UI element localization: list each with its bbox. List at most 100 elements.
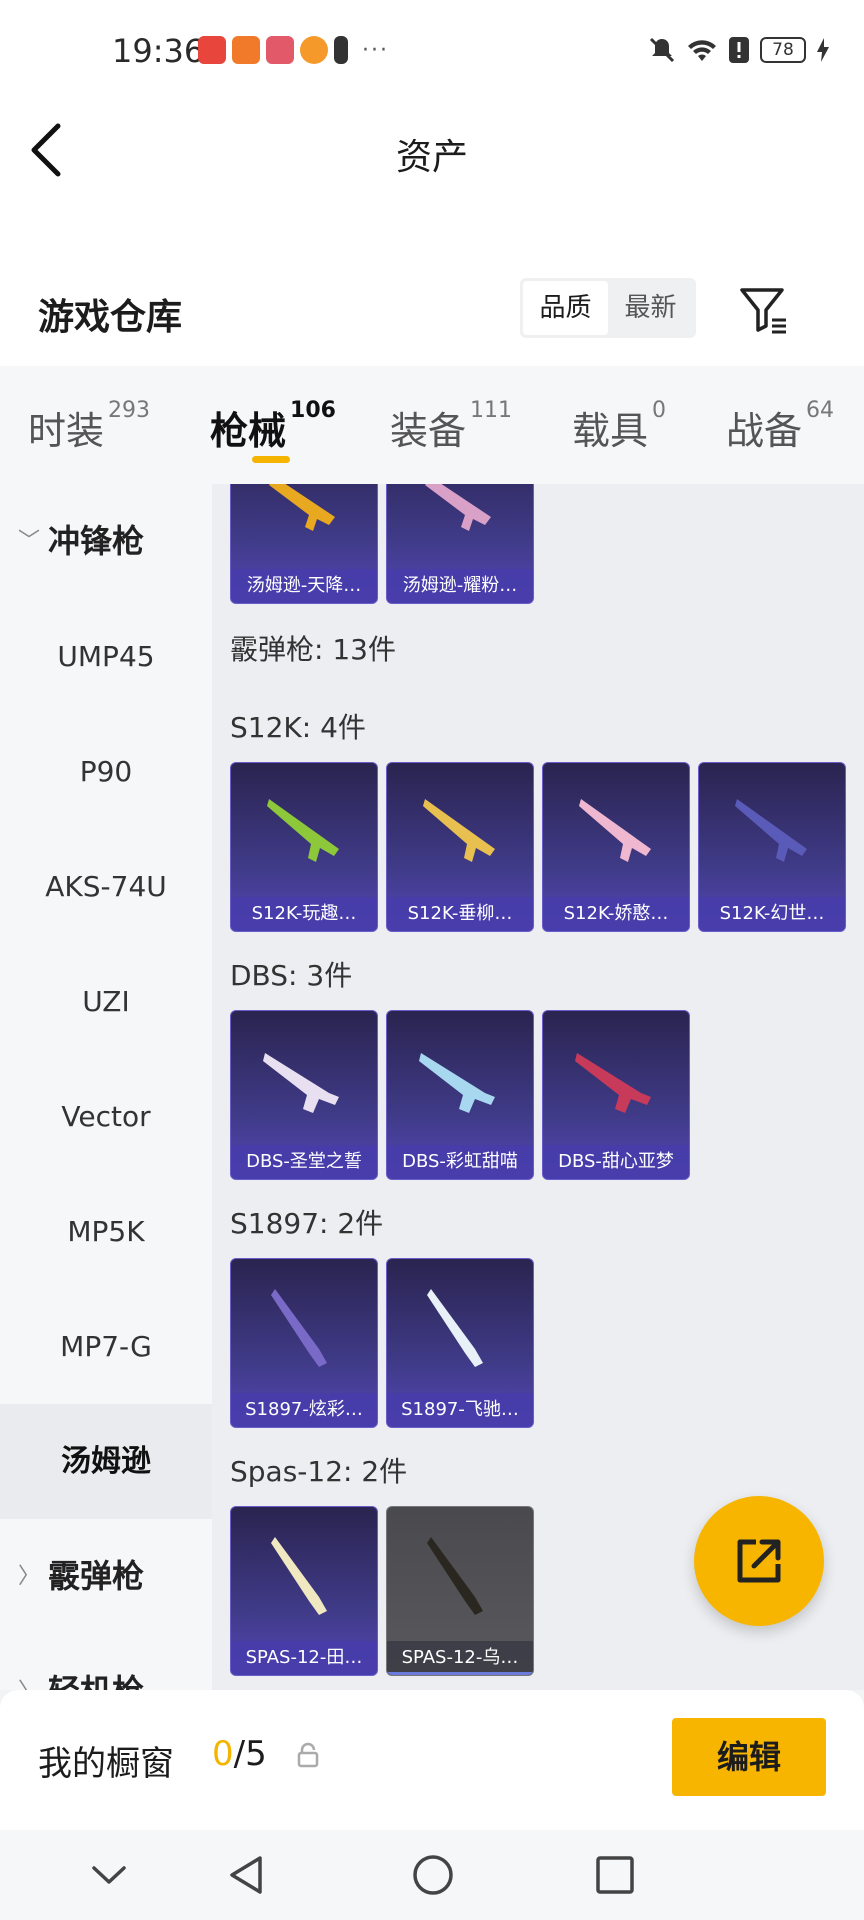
battery-icon: 78 <box>760 37 806 63</box>
lock-icon <box>297 1742 319 1768</box>
tab-label: 时装 <box>28 409 105 453</box>
weapon-name: DBS-甜心亚梦 <box>543 1145 689 1179</box>
sort-toggle: 品质 最新 <box>520 278 696 338</box>
weapon-card[interactable]: 汤姆逊-耀粉… <box>386 484 534 604</box>
tab-equipment[interactable]: 装备 111 <box>390 398 513 455</box>
sidebar-item-vector[interactable]: Vector <box>0 1059 212 1174</box>
tab-count: 111 <box>470 398 513 423</box>
weapon-name: DBS-圣堂之誓 <box>231 1145 377 1179</box>
weapon-name: S12K-垂柳… <box>387 897 533 931</box>
gun-icon <box>267 799 339 862</box>
filter-icon <box>740 288 786 334</box>
weapon-card[interactable]: S1897-炫彩… <box>230 1258 378 1428</box>
tab-count: 293 <box>108 398 151 423</box>
tab-fashion[interactable]: 时装 293 <box>28 398 151 455</box>
nav-recents-icon[interactable] <box>590 1850 640 1900</box>
sidebar-item-mp5k[interactable]: MP5K <box>0 1174 212 1289</box>
warehouse-title: 游戏仓库 <box>38 297 183 338</box>
sidebar-group-shotgun[interactable]: 〉霰弹枪 <box>0 1519 212 1634</box>
tab-vehicles[interactable]: 载具 0 <box>572 398 667 455</box>
sidebar-group-label: 霰弹枪 <box>48 1557 145 1595</box>
sidebar-item-aks74u[interactable]: AKS-74U <box>0 829 212 944</box>
sidebar-group-lmg[interactable]: 〉轻机枪 <box>0 1634 212 1690</box>
chevron-down-icon: ﹀ <box>18 529 41 554</box>
section-title: S1897: 2件 <box>230 1207 384 1240</box>
tab-supplies[interactable]: 战备 64 <box>726 398 835 455</box>
weapon-card[interactable]: S12K-幻世… <box>698 762 846 932</box>
gun-icon <box>269 484 335 531</box>
sidebar-group-label: 冲锋枪 <box>48 522 145 560</box>
chevron-down-icon[interactable] <box>84 1850 134 1900</box>
sidebar-item-uzi[interactable]: UZI <box>0 944 212 1059</box>
weapon-card[interactable]: S12K-玩趣… <box>230 762 378 932</box>
weapon-card[interactable]: S12K-娇憨… <box>542 762 690 932</box>
gun-icon <box>427 1289 483 1367</box>
weapon-name: SPAS-12-乌… <box>387 1641 533 1675</box>
weapon-name: SPAS-12-田… <box>231 1641 377 1675</box>
gun-icon <box>271 1537 327 1615</box>
showcase-count-current: 0 <box>212 1734 234 1774</box>
category-header: 霰弹枪: 13件 <box>230 633 396 666</box>
weapon-name: S12K-娇憨… <box>543 897 689 931</box>
section-title: DBS: 3件 <box>230 959 353 992</box>
status-time: 19:36 <box>112 32 205 70</box>
weapon-name: S1897-炫彩… <box>231 1393 377 1427</box>
showcase-count-total: /5 <box>233 1734 267 1774</box>
app-notification-icon <box>198 36 226 64</box>
gun-icon <box>735 799 807 862</box>
tab-count: 106 <box>290 398 336 423</box>
sidebar-item-mp7g[interactable]: MP7-G <box>0 1289 212 1404</box>
weapon-name: S12K-玩趣… <box>231 897 377 931</box>
sort-quality-button[interactable]: 品质 <box>523 281 608 335</box>
showcase-bar: 我的橱窗 0/5 编辑 <box>0 1690 864 1830</box>
chevron-right-icon: 〉 <box>18 1564 41 1589</box>
filter-button[interactable] <box>738 284 790 336</box>
category-tabs: 时装 293 枪械 106 装备 111 载具 0 战备 64 <box>0 366 864 484</box>
gun-icon <box>579 799 651 862</box>
section-title: Spas-12: 2件 <box>230 1455 408 1488</box>
weapon-card[interactable]: DBS-彩虹甜喵 <box>386 1010 534 1180</box>
page-header: 资产 游戏仓库 品质 最新 <box>0 100 864 370</box>
sidebar-item-ump45[interactable]: UMP45 <box>0 599 212 714</box>
charging-icon <box>817 38 829 62</box>
showcase-label: 我的橱窗 <box>38 1744 174 1784</box>
sort-newest-button[interactable]: 最新 <box>608 281 693 335</box>
weapon-name: S12K-幻世… <box>699 897 845 931</box>
tab-firearms[interactable]: 枪械 106 <box>210 398 336 455</box>
tab-count: 0 <box>652 398 667 423</box>
tab-label: 装备 <box>390 409 467 453</box>
sidebar-item-thompson[interactable]: 汤姆逊 <box>0 1404 212 1519</box>
gun-icon <box>263 1053 339 1113</box>
weapon-card[interactable]: S1897-飞驰… <box>386 1258 534 1428</box>
weapon-card[interactable]: SPAS-12-乌… <box>386 1506 534 1676</box>
weapon-card[interactable]: DBS-圣堂之誓 <box>230 1010 378 1180</box>
tab-count: 64 <box>806 398 835 423</box>
status-bar: 19:36 ··· 78 <box>0 0 864 100</box>
more-notifications-icon: ··· <box>362 37 389 63</box>
section-title: S12K: 4件 <box>230 711 366 744</box>
share-icon <box>737 1539 781 1583</box>
system-nav-bar <box>0 1830 864 1920</box>
weapon-card[interactable]: DBS-甜心亚梦 <box>542 1010 690 1180</box>
tab-label: 载具 <box>572 409 649 453</box>
nav-home-icon[interactable] <box>408 1850 458 1900</box>
notification-icons: ··· <box>198 36 389 64</box>
edit-button[interactable]: 编辑 <box>672 1718 826 1796</box>
nav-back-icon[interactable] <box>222 1850 272 1900</box>
weapon-card[interactable]: S12K-垂柳… <box>386 762 534 932</box>
active-tab-indicator <box>252 456 290 463</box>
showcase-count: 0/5 <box>212 1734 267 1774</box>
gun-icon <box>425 484 491 531</box>
weapon-name: DBS-彩虹甜喵 <box>387 1145 533 1179</box>
weapon-card[interactable]: 汤姆逊-天降… <box>230 484 378 604</box>
gun-icon <box>575 1053 651 1113</box>
gun-icon <box>419 1053 495 1113</box>
gun-icon <box>271 1289 327 1367</box>
sidebar-group-label: 轻机枪 <box>48 1672 144 1690</box>
share-button[interactable] <box>694 1496 824 1626</box>
gun-icon <box>423 799 495 862</box>
sidebar-item-p90[interactable]: P90 <box>0 714 212 829</box>
sidebar-group-smg[interactable]: ﹀ 冲锋枪 <box>0 484 212 599</box>
tab-label: 战备 <box>726 409 803 453</box>
weapon-card[interactable]: SPAS-12-田… <box>230 1506 378 1676</box>
